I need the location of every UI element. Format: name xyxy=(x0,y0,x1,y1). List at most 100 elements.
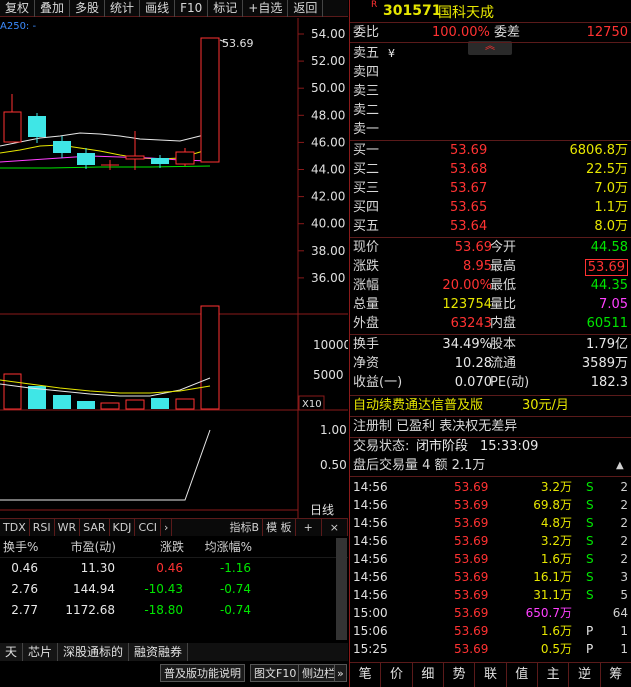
fundamental-row: 净资 10.28 流通 3589万 xyxy=(353,356,628,371)
toolbar-btn-mark[interactable]: 标记 xyxy=(208,0,244,17)
after-hours-volume: 盘后交易量 4 额 2.1万 ▲ xyxy=(353,457,624,475)
quote-row: 现价 53.69 今开 44.58 xyxy=(353,240,628,255)
kline-chart[interactable]: A250: - 54.00 52.00 50.00 48.00 46.00 44.00 42… xyxy=(0,18,348,518)
period-label[interactable]: 日线 xyxy=(310,503,334,517)
panel-tab-7[interactable]: 逆 xyxy=(569,663,601,687)
volume-axis: 10000 5000 xyxy=(313,338,348,382)
price-tick-label: 48.00 xyxy=(311,108,345,122)
ind-tab-template[interactable]: 模 板 xyxy=(263,519,296,536)
sector-tab-day[interactable]: 天 xyxy=(0,643,24,661)
indicator-tick-label: 0.50 xyxy=(320,458,347,472)
price-tick-label: 52.00 xyxy=(311,54,345,68)
sector-tab-chip[interactable]: 芯片 xyxy=(23,643,59,661)
list-item[interactable]: 14:56 53.69 16.1万 S 3 xyxy=(350,568,631,586)
ma-label: A250: - xyxy=(0,21,36,32)
ind-tab-kdj[interactable]: KDJ xyxy=(110,519,136,536)
list-item[interactable]: 14:56 53.69 3.2万 S 2 xyxy=(350,478,631,496)
table-row[interactable]: 2.76 144.94 -10.43 -0.74 xyxy=(0,579,348,600)
toolbar-btn-back[interactable]: 返回 xyxy=(288,0,324,17)
toolbar-btn-add-watch[interactable]: +自选 xyxy=(243,0,289,17)
help-button[interactable]: 普及版功能说明 xyxy=(160,664,245,682)
stock-badge: R xyxy=(371,0,378,10)
ind-tab-more[interactable]: › xyxy=(161,519,173,536)
list-item[interactable]: 15:06 53.69 1.6万 P 1 xyxy=(350,622,631,640)
list-item[interactable]: 14:56 53.69 4.8万 S 2 xyxy=(350,514,631,532)
trade-status: 交易状态: 闭市阶段 15:33:09 xyxy=(353,439,539,454)
sector-tab-margin[interactable]: 融资融券 xyxy=(129,643,189,661)
list-item[interactable]: 15:00 53.69 650.7万 64 xyxy=(350,604,631,622)
ind-tab-tdx[interactable]: TDX xyxy=(0,519,30,536)
bid-row-2[interactable]: 买二 53.68 22.5万 xyxy=(350,161,631,179)
list-item[interactable]: 15:25 53.69 0.5万 P 1 xyxy=(350,640,631,658)
ask-1-label: 卖一 xyxy=(353,122,380,137)
ind-tab-indicator-b[interactable]: 指标B xyxy=(227,519,264,536)
price-tick-label: 38.00 xyxy=(311,244,345,258)
col-pe: 市盈(动) xyxy=(70,540,116,554)
fundamental-row: 换手 34.49% 股本 1.79亿 xyxy=(353,337,628,352)
ind-tab-wr[interactable]: WR xyxy=(55,519,81,536)
panel-tab-0[interactable]: 笔 xyxy=(350,663,382,687)
sidebar-button[interactable]: 侧边栏 xyxy=(298,664,339,682)
price-tick-label: 54.00 xyxy=(311,27,345,41)
list-item[interactable]: 14:56 53.69 69.8万 S 2 xyxy=(350,496,631,514)
panel-tab-5[interactable]: 值 xyxy=(507,663,538,687)
status-strip: 普及版功能说明 图文F10 侧边栏 » xyxy=(0,661,348,687)
ind-tab-cci[interactable]: CCI xyxy=(135,519,162,536)
chevron-up-icon[interactable]: ▲ xyxy=(616,457,624,475)
quote-panel: R 301571 国科天成 委比 100.00% 委差 12750 ︽ 卖五 ¥ … xyxy=(349,0,631,687)
panel-tab-3[interactable]: 势 xyxy=(444,663,476,687)
ask-2-label: 卖二 xyxy=(353,103,380,118)
quote-row: 涨跌 8.95 最高 53.69 xyxy=(350,258,631,276)
bid-row-1[interactable]: 买一 53.69 6806.8万 xyxy=(350,142,631,160)
indicator-tick-label: 1.00 xyxy=(320,423,347,437)
price-tick-label: 46.00 xyxy=(311,135,345,149)
table-row[interactable]: 0.46 11.30 0.46 -1.16 xyxy=(0,558,348,579)
weibi-value: 100.00% xyxy=(432,25,490,40)
mini-table-scrollbar[interactable] xyxy=(336,538,347,640)
stock-name: 国科天成 xyxy=(438,5,494,21)
panel-tab-8[interactable]: 筹 xyxy=(601,663,631,687)
panel-tab-4[interactable]: 联 xyxy=(475,663,507,687)
more-button[interactable]: » xyxy=(334,664,347,682)
toolbar-btn-overlay[interactable]: 叠加 xyxy=(35,0,71,17)
panel-tab-1[interactable]: 价 xyxy=(381,663,413,687)
panel-tab-6[interactable]: 主 xyxy=(538,663,570,687)
toolbar-btn-draw[interactable]: 画线 xyxy=(140,0,176,17)
ad-banner[interactable]: 自动续费通达信普及版 30元/月 xyxy=(350,396,631,416)
price-axis: 54.00 52.00 50.00 48.00 46.00 44.00 42.00 40.00… xyxy=(298,27,345,285)
price-tick-label: 50.00 xyxy=(311,81,345,95)
col-change: 涨跌 xyxy=(159,540,184,554)
ind-tab-close[interactable]: × xyxy=(322,519,348,536)
volume-tick-label: 10000 xyxy=(313,338,348,352)
bid-row-5[interactable]: 买五 53.64 8.0万 xyxy=(350,218,631,236)
volume-unit: X10 xyxy=(302,399,322,410)
weibi-row: 委比 100.00% 委差 12750 xyxy=(353,25,628,40)
toolbar-btn-stats[interactable]: 统计 xyxy=(105,0,141,17)
f10-button[interactable]: 图文F10 xyxy=(250,664,301,682)
sector-tabs: 天 芯片 深股通标的 融资融券 xyxy=(0,643,348,661)
sector-tab-sz-connect[interactable]: 深股通标的 xyxy=(58,643,130,661)
toolbar-btn-f10[interactable]: F10 xyxy=(175,0,209,17)
ask-4-label: 卖四 xyxy=(353,65,380,80)
panel-tab-2[interactable]: 细 xyxy=(413,663,444,687)
indicator-tabs: TDX RSI WR SAR KDJ CCI › 指标B 模 板 + × xyxy=(0,518,348,536)
fundamental-row: 收益(一) 0.070 PE(动) 182.3 xyxy=(353,375,628,390)
bid-row-3[interactable]: 买三 53.67 7.0万 xyxy=(350,180,631,198)
col-avg: 均涨幅% xyxy=(204,540,252,554)
ask-3-label: 卖三 xyxy=(353,84,380,99)
bid-row-4[interactable]: 买四 53.65 1.1万 xyxy=(350,199,631,217)
col-turnover: 换手% xyxy=(3,540,39,554)
list-item[interactable]: 14:56 53.69 31.1万 S 5 xyxy=(350,586,631,604)
price-tick-label: 40.00 xyxy=(311,217,345,231)
price-tick-label: 44.00 xyxy=(311,163,345,177)
table-row[interactable]: 2.77 1172.68 -18.80 -0.74 xyxy=(0,600,348,621)
list-item[interactable]: 14:56 53.69 1.6万 S 2 xyxy=(350,550,631,568)
list-item[interactable]: 14:56 53.69 3.2万 S 2 xyxy=(350,532,631,550)
ind-tab-add[interactable]: + xyxy=(296,519,322,536)
toolbar-btn-fuquan[interactable]: 复权 xyxy=(0,0,36,17)
ind-tab-sar[interactable]: SAR xyxy=(80,519,110,536)
toolbar-btn-multi-stock[interactable]: 多股 xyxy=(70,0,106,17)
quote-row: 总量 123754 量比 7.05 xyxy=(353,297,628,312)
quote-row: 涨幅 20.00% 最低 44.35 xyxy=(353,278,628,293)
ind-tab-rsi[interactable]: RSI xyxy=(30,519,55,536)
